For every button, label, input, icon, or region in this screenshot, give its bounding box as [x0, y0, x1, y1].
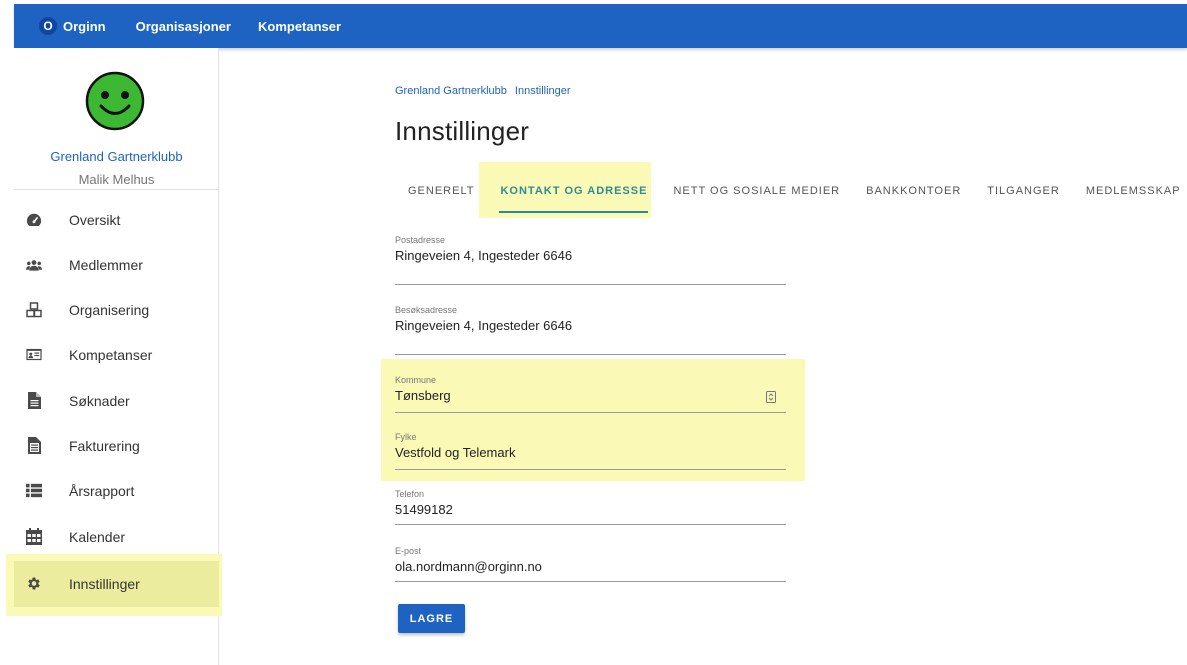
- sidebar-item-organisering[interactable]: Organisering: [14, 287, 219, 332]
- topnav-kompetanser[interactable]: Kompetanser: [258, 19, 341, 34]
- sidebar-item-label: Innstillinger: [69, 575, 140, 592]
- sidebar-org-name[interactable]: Grenland Gartnerklubb: [14, 149, 219, 164]
- sidebar-item-label: Kompetanser: [69, 346, 153, 363]
- tab-medlemsskap[interactable]: MEDLEMSSKAP: [1073, 171, 1187, 211]
- field-label: Kommune: [395, 375, 437, 385]
- page-title: Innstillinger: [395, 116, 530, 146]
- besoksadresse-field[interactable]: Besøksadresse Ringeveien 4, Ingesteder 6…: [395, 305, 786, 355]
- sidebar-item-label: Organisering: [69, 301, 150, 318]
- field-value[interactable]: 51499182: [395, 502, 786, 517]
- sidebar-item-medlemmer[interactable]: Medlemmer: [14, 242, 219, 287]
- field-underline: [395, 412, 786, 413]
- speedometer-icon: [26, 212, 42, 228]
- sidebar-divider: [14, 189, 218, 190]
- brand-logo-icon: O: [39, 17, 57, 35]
- sidebar-user-name: Malik Melhus: [78, 172, 155, 187]
- people-icon: [26, 257, 42, 273]
- field-underline: [395, 284, 786, 285]
- id-card-icon: [26, 347, 42, 363]
- telefon-field[interactable]: Telefon 51499182: [395, 489, 786, 525]
- tab-nett-og-sosiale-medier[interactable]: NETT OG SOSIALE MEDIER: [660, 171, 853, 211]
- field-label: Besøksadresse: [395, 305, 458, 315]
- sidebar: Grenland Gartnerklubb Malik Melhus Overs…: [0, 48, 222, 665]
- epost-field[interactable]: E-post ola.nordmann@orginn.no: [395, 546, 786, 582]
- sidebar-item-kalender[interactable]: Kalender: [14, 514, 219, 559]
- sidebar-item-kompetanser[interactable]: Kompetanser: [14, 332, 219, 377]
- field-underline: [395, 354, 786, 355]
- postadresse-field[interactable]: Postadresse Ringeveien 4, Ingesteder 664…: [395, 235, 786, 285]
- brand-name[interactable]: Orginn: [63, 19, 106, 34]
- field-label: Postadresse: [395, 235, 446, 245]
- field-underline: [395, 469, 786, 470]
- list-icon: [26, 483, 42, 499]
- fylke-field[interactable]: Fylke Vestfold og Telemark: [395, 432, 786, 470]
- field-label: Telefon: [395, 489, 425, 499]
- sidebar-item-label: Kalender: [69, 528, 126, 545]
- tab-bar: GENERELT KONTAKT OG ADRESSE NETT OG SOSI…: [395, 171, 1187, 213]
- sidebar-item-oversikt[interactable]: Oversikt: [14, 197, 219, 242]
- sidebar-item-fakturering[interactable]: Fakturering: [14, 423, 219, 468]
- sidebar-item-label: Oversikt: [69, 211, 121, 228]
- brand[interactable]: O Orginn: [39, 17, 106, 35]
- top-app-bar: O Orginn Organisasjoner Kompetanser: [14, 4, 1187, 48]
- kommune-field[interactable]: Kommune Tønsberg: [395, 375, 786, 413]
- tab-tilganger[interactable]: TILGANGER: [974, 171, 1073, 211]
- breadcrumb: Grenland Gartnerklubb Innstillinger: [395, 85, 571, 97]
- sidebar-item-arsrapport[interactable]: Årsrapport: [14, 468, 219, 513]
- calendar-icon: [26, 528, 42, 545]
- sidebar-item-label: Søknader: [69, 392, 130, 409]
- tab-bankkontoer[interactable]: BANKKONTOER: [853, 171, 974, 211]
- cubes-icon: [26, 301, 42, 318]
- field-label: Fylke: [395, 432, 417, 442]
- field-value[interactable]: Ringeveien 4, Ingesteder 6646: [395, 318, 786, 333]
- main-content: Grenland Gartnerklubb Innstillinger Innst…: [219, 48, 1187, 665]
- sidebar-item-soknader[interactable]: Søknader: [14, 378, 219, 423]
- field-underline: [395, 581, 786, 582]
- sidebar-item-innstillinger[interactable]: Innstillinger: [14, 561, 219, 606]
- breadcrumb-item-current[interactable]: Innstillinger: [515, 85, 571, 97]
- sidebar-item-label: Fakturering: [69, 437, 140, 454]
- field-value[interactable]: Vestfold og Telemark: [395, 445, 786, 460]
- document-icon: [26, 392, 42, 409]
- field-value[interactable]: Ringeveien 4, Ingesteder 6646: [395, 248, 786, 263]
- smiley-avatar-icon: [85, 71, 145, 131]
- field-label: E-post: [395, 546, 422, 556]
- field-underline: [395, 524, 786, 525]
- breadcrumb-item-org[interactable]: Grenland Gartnerklubb: [395, 85, 507, 97]
- invoice-icon: [26, 437, 42, 454]
- topnav-organisasjoner[interactable]: Organisasjoner: [136, 19, 231, 34]
- save-button[interactable]: LAGRE: [398, 604, 465, 633]
- field-value[interactable]: ola.nordmann@orginn.no: [395, 559, 786, 574]
- tab-kontakt-og-adresse[interactable]: KONTAKT OG ADRESSE: [487, 171, 660, 213]
- field-value[interactable]: Tønsberg: [395, 388, 786, 403]
- sidebar-item-label: Medlemmer: [69, 256, 143, 273]
- gear-icon: [26, 576, 42, 592]
- sidebar-item-label: Årsrapport: [69, 482, 135, 499]
- select-arrows-icon[interactable]: [766, 391, 776, 403]
- tab-generelt[interactable]: GENERELT: [395, 171, 487, 211]
